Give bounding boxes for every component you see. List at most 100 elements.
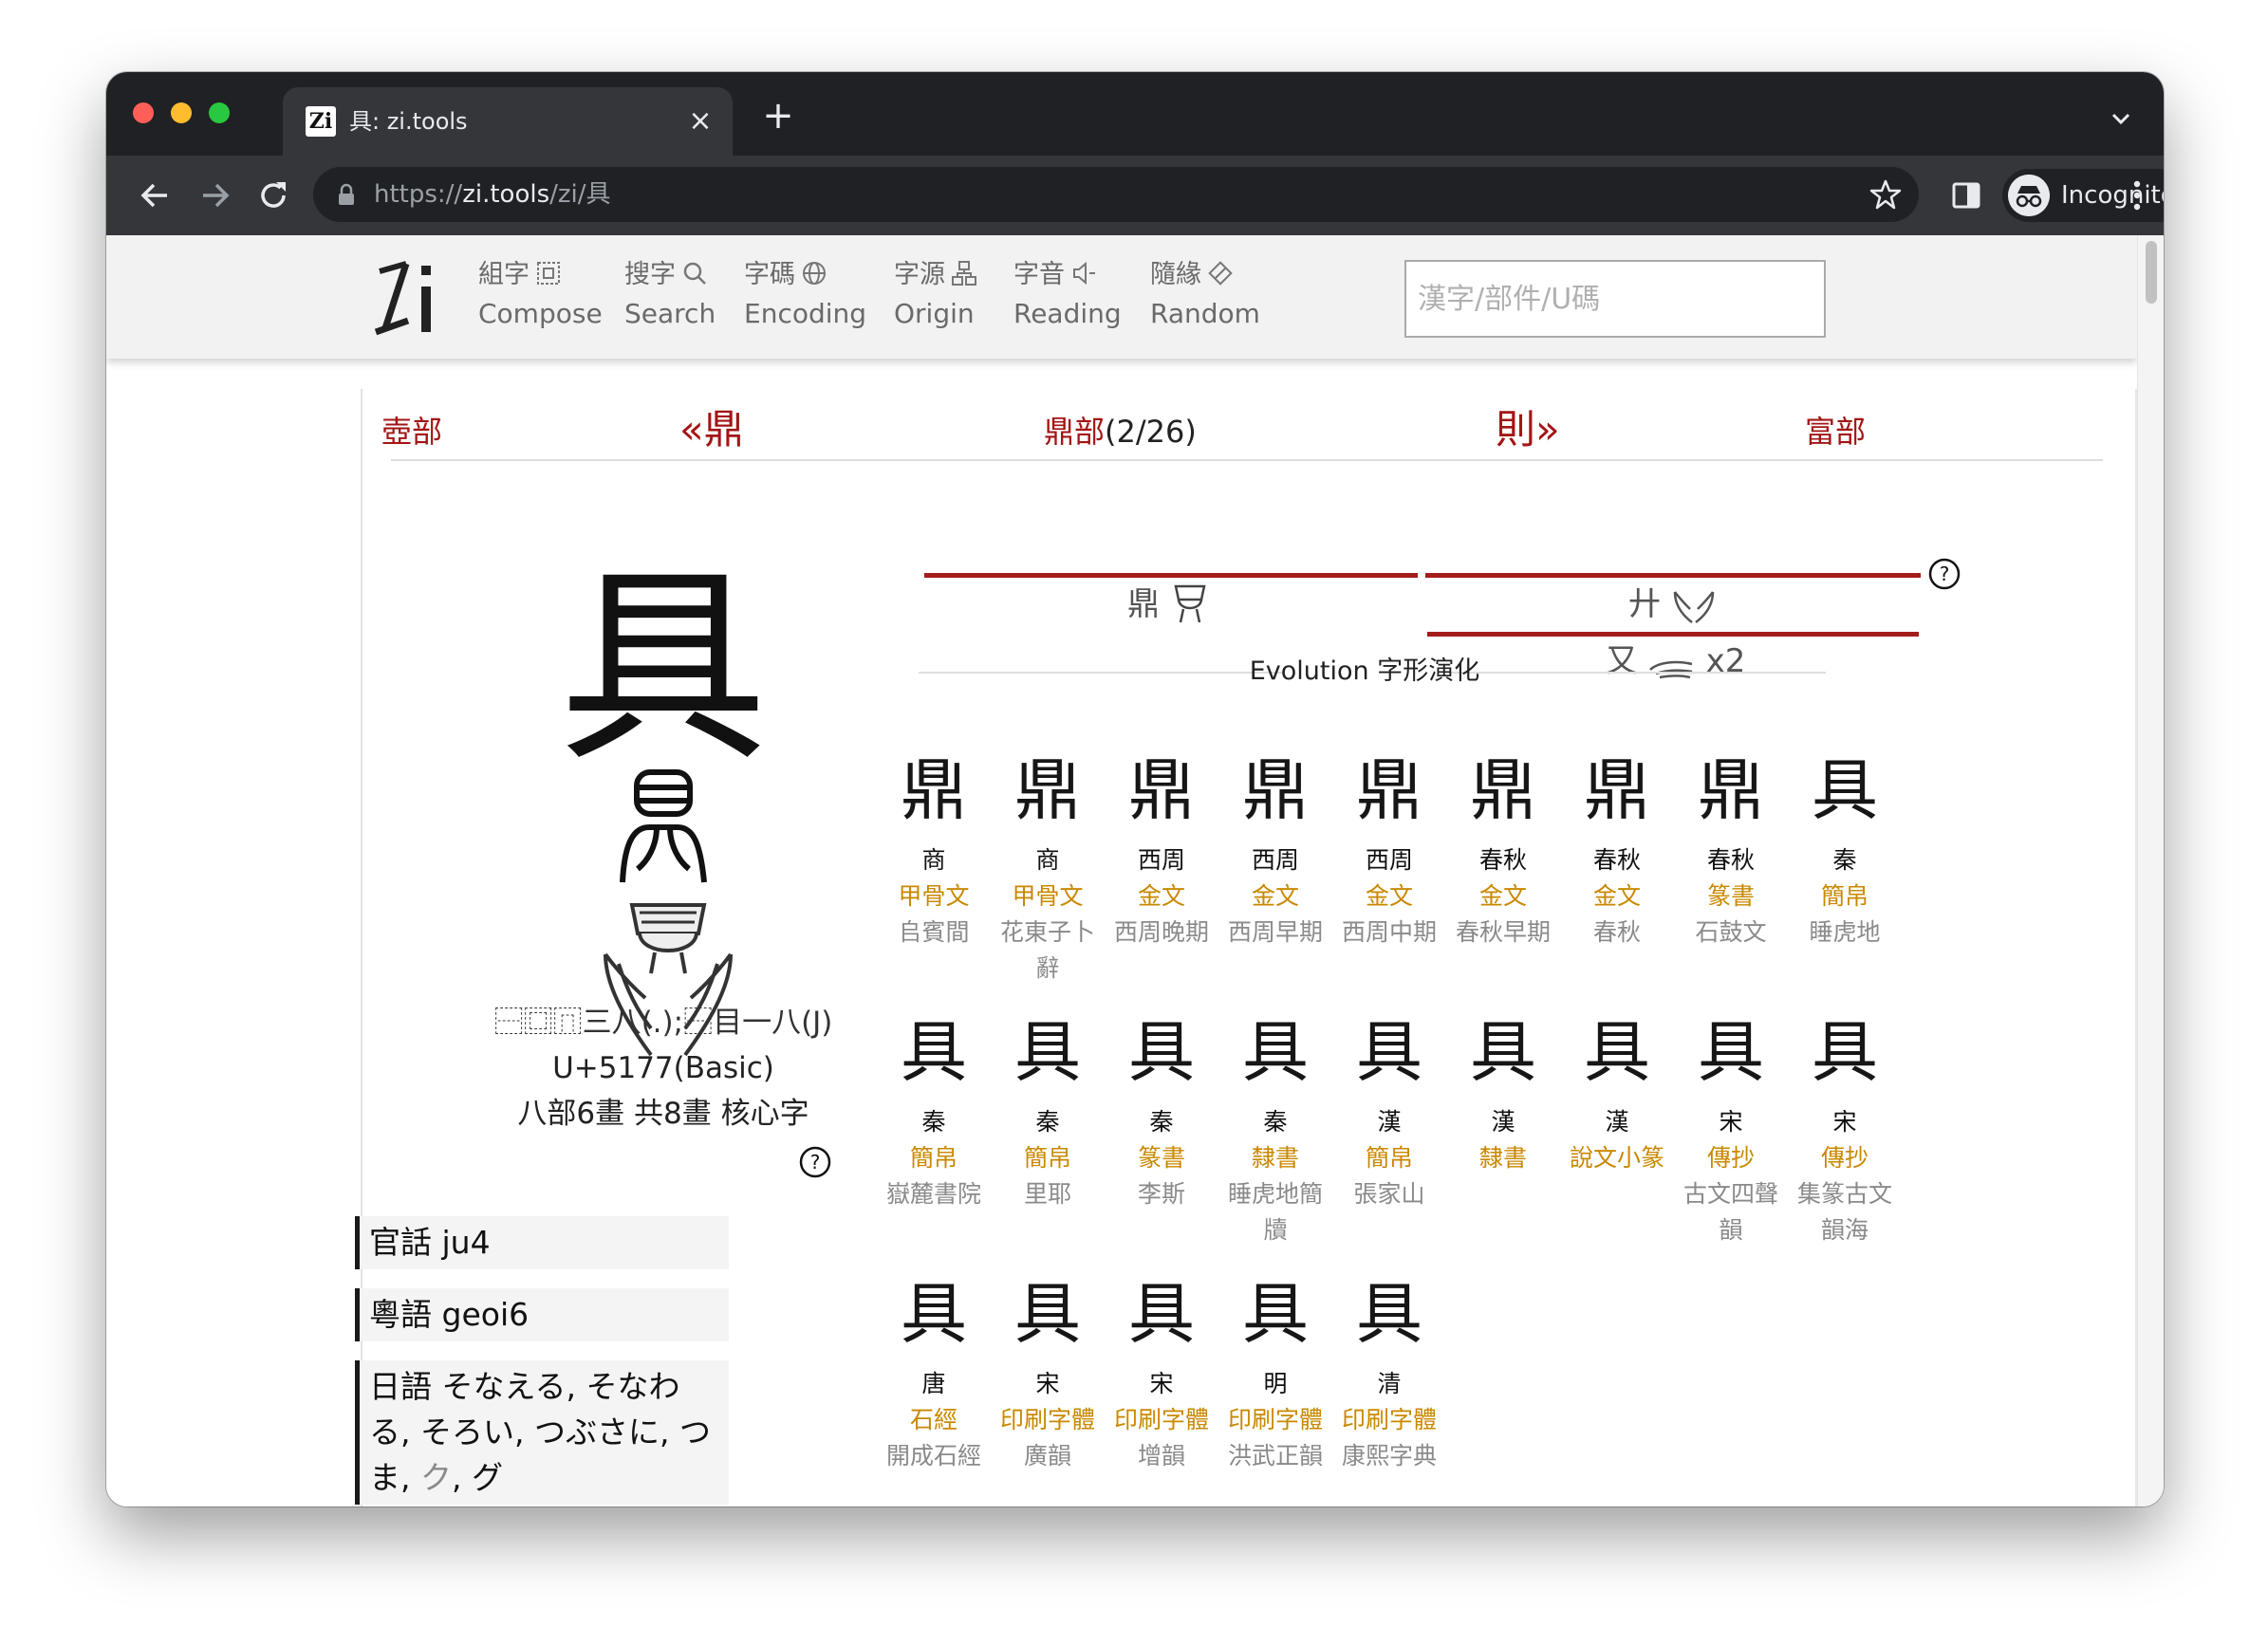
reading-cantonese[interactable]: 粵語 geoi6 <box>355 1288 729 1341</box>
evolution-item[interactable]: 鼎商甲骨文 𠂤賓間 <box>877 738 991 951</box>
component-gong-char: 廾 <box>1628 585 1661 623</box>
component-bar-right <box>1425 573 1921 578</box>
nav-origin[interactable]: 字源 Origin <box>894 256 977 342</box>
evolution-item[interactable]: 具宋印刷字體 增韻 <box>1105 1262 1218 1474</box>
evolution-item[interactable]: 具漢說文小篆 <box>1560 1000 1674 1176</box>
prev-char-link[interactable]: «鼎 <box>679 404 744 455</box>
evolution-item[interactable]: 鼎春秋 金文 春秋 <box>1560 738 1674 951</box>
decomposition-help-icon[interactable]: ? <box>1928 558 1961 590</box>
minimize-window-button[interactable] <box>171 102 192 123</box>
evolution-item[interactable]: 具秦篆書 李斯 <box>1105 1000 1218 1212</box>
evolution-script: 篆書 <box>1706 882 1755 910</box>
star-icon[interactable] <box>1869 178 1902 211</box>
nav-reading[interactable]: 字音 Reading <box>1013 256 1122 342</box>
evolution-item[interactable]: 具唐石經 開成石經 <box>877 1262 991 1474</box>
evolution-script: 隸書 <box>1478 1144 1527 1172</box>
zoom-window-button[interactable] <box>209 102 230 123</box>
forward-arrow-icon[interactable] <box>192 173 237 218</box>
nav-random[interactable]: 隨緣 Random <box>1150 256 1260 342</box>
readings-help-icon[interactable]: ? <box>799 1146 831 1178</box>
evolution-era: 漢 <box>1605 1108 1629 1136</box>
nav-encoding[interactable]: 字碼 Encoding <box>744 256 866 342</box>
component-bar-sub <box>1427 632 1919 637</box>
evolution-glyph: 具 <box>1242 1275 1309 1353</box>
evolution-source: 洪武正韻 <box>1227 1442 1323 1469</box>
close-window-button[interactable] <box>133 102 154 123</box>
new-tab-button[interactable]: + <box>759 97 797 137</box>
evolution-item[interactable]: 鼎商甲骨文 花東子卜辭 <box>991 738 1105 987</box>
tab-search-chevron-icon[interactable] <box>2107 104 2135 133</box>
nav-reading-zh: 字音 <box>1013 260 1065 289</box>
evolution-item[interactable]: 鼎春秋 金文 春秋早期 <box>1446 738 1560 951</box>
evolution-item[interactable]: 鼎西周 金文 西周中期 <box>1332 738 1446 951</box>
lock-icon[interactable] <box>336 183 357 206</box>
component-gong[interactable]: 廾 <box>1628 581 1717 628</box>
reading-lang: 粵語 <box>369 1296 432 1333</box>
nav-origin-zh: 字源 <box>894 260 945 289</box>
evolution-item[interactable]: 具宋傳抄 集篆古文韻海 <box>1788 1000 1902 1248</box>
kebab-menu-icon[interactable] <box>2131 178 2143 213</box>
tab-title: 具: zi.tools <box>349 108 468 135</box>
evolution-item[interactable]: 鼎春秋 篆書 石鼓文 <box>1674 738 1788 951</box>
evolution-glyph: 鼎 <box>1356 751 1422 829</box>
tab-strip: Zi 具: zi.tools × + <box>106 72 2164 156</box>
evolution-item[interactable]: 具宋印刷字體 廣韻 <box>991 1262 1105 1474</box>
evolution-item[interactable]: 具漢隸書 <box>1446 1000 1560 1176</box>
evolution-era: 秦 <box>1263 1108 1288 1136</box>
nav-search[interactable]: 搜字 Search <box>624 256 716 342</box>
reload-icon[interactable] <box>251 173 296 218</box>
component-you[interactable]: 又 x2 <box>1606 638 1745 685</box>
component-ding[interactable]: 鼎 <box>1127 581 1210 628</box>
evolution-item[interactable]: 具秦簡帛 里耶 <box>991 1000 1105 1212</box>
evolution-glyph: 具 <box>1470 1013 1536 1091</box>
character-search-input[interactable] <box>1404 260 1826 338</box>
evolution-item[interactable]: 具清印刷字體 康熙字典 <box>1332 1262 1446 1474</box>
reading-extra-katakana: ク <box>420 1459 452 1496</box>
side-panel-icon[interactable] <box>1951 180 1981 211</box>
evolution-item[interactable]: 具秦簡帛 睡虎地 <box>1788 738 1902 951</box>
evolution-script: 金文 <box>1137 882 1185 910</box>
dice-icon <box>1208 261 1233 286</box>
evolution-glyph: 具 <box>1812 751 1878 829</box>
scrollbar-thumb[interactable] <box>2146 241 2157 304</box>
evolution-item[interactable]: 鼎西周 金文 西周早期 <box>1218 738 1332 951</box>
evolution-source: 開成石經 <box>885 1442 981 1469</box>
site-favicon-icon: Zi <box>306 106 336 137</box>
active-tab[interactable]: Zi 具: zi.tools × <box>283 87 733 156</box>
prev-radical-link[interactable]: 壺部 <box>381 410 442 453</box>
evolution-glyph: 具 <box>901 1275 967 1353</box>
reading-japanese[interactable]: 日語 そなえる, そなわる, そろい, つぶさに, つま, ク, グ <box>355 1360 729 1505</box>
next-char-link[interactable]: 則» <box>1496 404 1560 455</box>
tab-close-icon[interactable]: × <box>683 104 717 139</box>
next-radical-link[interactable]: 富部 <box>1805 410 1866 453</box>
reading-mandarin[interactable]: 官話 ju4 <box>355 1216 729 1269</box>
evolution-glyph: 具 <box>1128 1275 1195 1353</box>
grid-dotted-icon <box>537 262 560 285</box>
evolution-glyph: 具 <box>901 1013 967 1091</box>
radical-position-count: (2/26) <box>1105 414 1197 450</box>
evolution-glyph: 具 <box>1584 1013 1650 1091</box>
back-arrow-icon[interactable] <box>133 173 178 218</box>
reading-lang: 日語 <box>369 1368 432 1405</box>
evolution-item[interactable]: 具明印刷字體 洪武正韻 <box>1218 1262 1332 1474</box>
address-bar[interactable]: https://zi.tools/zi/具 <box>313 167 1919 222</box>
evolution-glyph: 鼎 <box>1014 751 1081 829</box>
evolution-era: 宋 <box>1719 1108 1743 1136</box>
evolution-source: 睡虎地 <box>1809 918 1881 946</box>
zi-logo[interactable] <box>372 256 448 338</box>
evolution-source: 花東子卜辭 <box>999 918 1095 982</box>
stroke-info-link[interactable]: 八部6畫 共8畫 核心字 <box>372 1091 955 1137</box>
evolution-item[interactable]: 具秦簡帛 嶽麓書院 <box>877 1000 991 1212</box>
nav-random-zh: 隨緣 <box>1150 260 1201 289</box>
page-scrollbar[interactable] <box>2137 235 2164 1506</box>
evolution-item[interactable]: 具宋傳抄 古文四聲韻 <box>1674 1000 1788 1248</box>
evolution-item[interactable]: 具漢簡帛 張家山 <box>1332 1000 1446 1212</box>
url-text[interactable]: https://zi.tools/zi/具 <box>374 178 611 211</box>
evolution-item[interactable]: 具秦隸書 睡虎地簡牘 <box>1218 1000 1332 1248</box>
nav-compose[interactable]: 組字 Compose <box>478 256 603 342</box>
evolution-item[interactable]: 鼎西周 金文 西周晚期 <box>1105 738 1218 951</box>
evolution-source: 增韻 <box>1137 1442 1185 1469</box>
evolution-script: 印刷字體 <box>1113 1406 1209 1433</box>
current-radical-link[interactable]: 鼎部 <box>1044 414 1105 450</box>
evolution-source: 里耶 <box>1023 1180 1071 1208</box>
